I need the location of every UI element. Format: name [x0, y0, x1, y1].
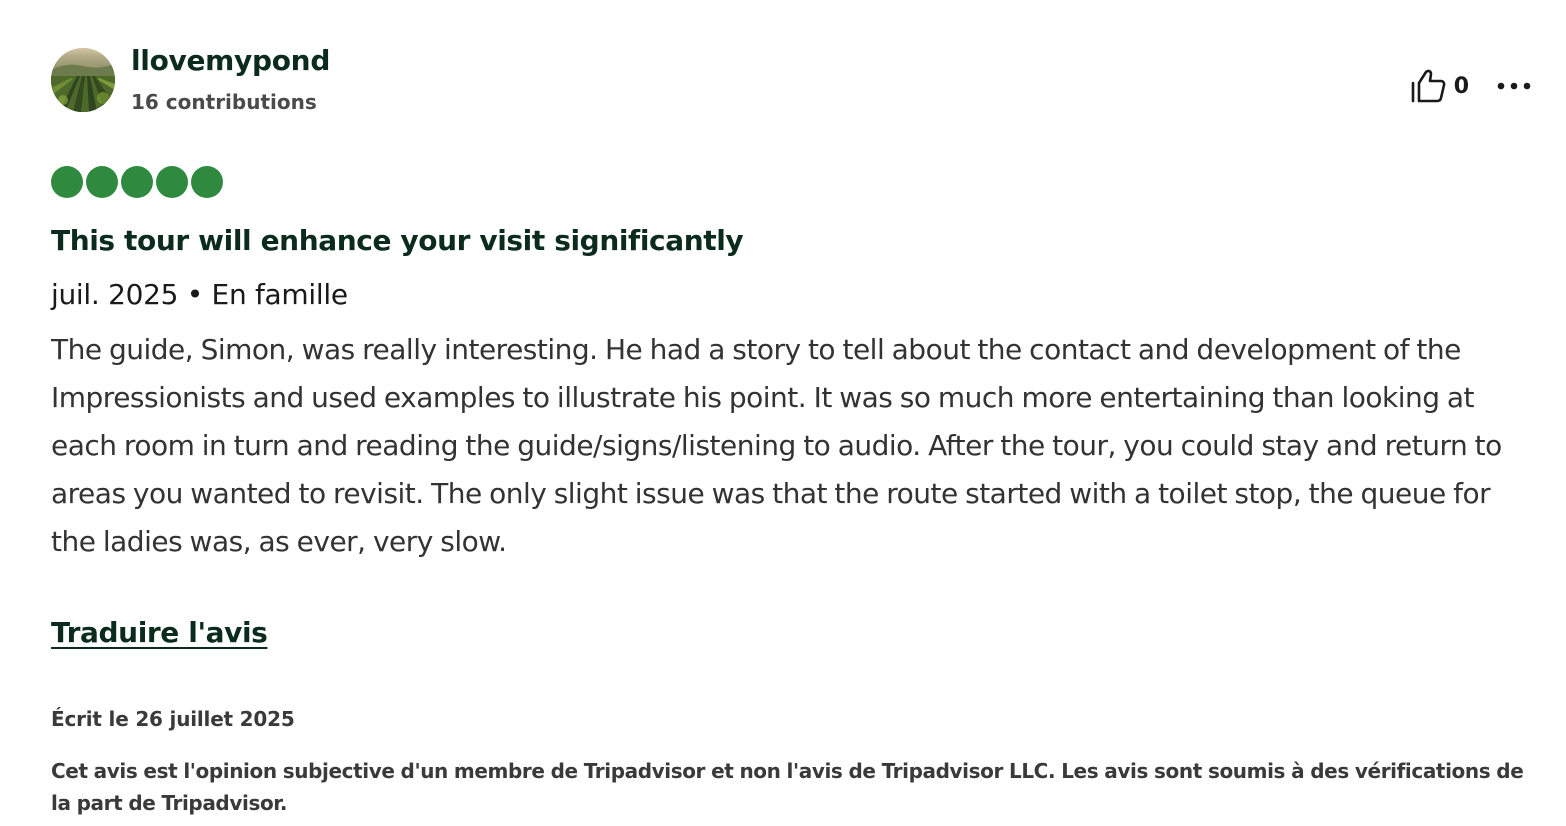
rating-bubble — [51, 166, 83, 198]
rating-bubble — [86, 166, 118, 198]
translate-review-link[interactable]: Traduire l'avis — [51, 616, 268, 649]
review-header: llovemypond 16 contributions 0 — [51, 44, 1531, 116]
review-disclaimer: Cet avis est l'opinion subjective d'un m… — [51, 759, 1524, 815]
rating-bubbles — [51, 166, 223, 198]
rating-bubble — [156, 166, 188, 198]
helpful-count: 0 — [1453, 73, 1469, 99]
review-actions: 0 — [1410, 66, 1531, 106]
review-card: llovemypond 16 contributions 0 This tour… — [51, 0, 1531, 826]
user-name[interactable]: llovemypond — [131, 44, 330, 77]
vineyard-landscape-photo — [51, 48, 115, 112]
rating-bubble — [191, 166, 223, 198]
helpful-vote-button[interactable]: 0 — [1410, 69, 1469, 103]
rating-bubble — [121, 166, 153, 198]
user-avatar[interactable] — [51, 48, 115, 112]
review-title: This tour will enhance your visit signif… — [51, 224, 744, 257]
review-meta: juil. 2025 • En famille — [51, 278, 348, 311]
more-options-button[interactable] — [1497, 71, 1531, 101]
written-date: Écrit le 26 juillet 2025 — [51, 707, 295, 731]
more-options-icon — [1497, 82, 1531, 90]
user-contributions: 16 contributions — [131, 90, 317, 114]
thumbs-up-icon — [1411, 69, 1446, 103]
review-text: The guide, Simon, was really interesting… — [51, 333, 1502, 558]
